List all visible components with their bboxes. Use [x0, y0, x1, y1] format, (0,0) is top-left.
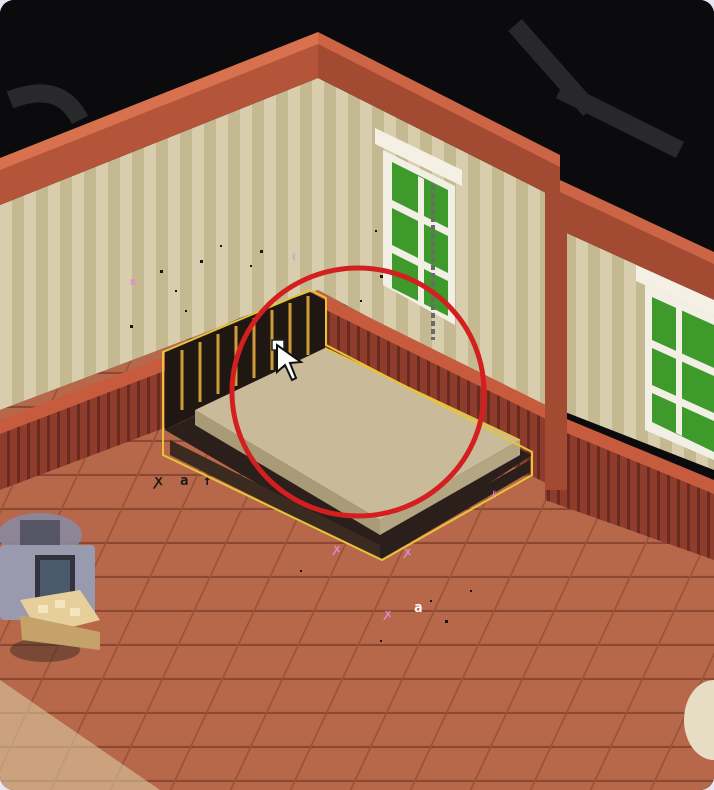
up-arrow-icon[interactable]: ↑ — [203, 473, 211, 489]
bed-controls[interactable]: ꭗ a ↑ — [152, 473, 211, 489]
room-scene[interactable]: ĸ ℓ ꭗ ꭗ ℓ ꭗ ꭗ a ↑ a — [0, 0, 714, 790]
bed-control-raise[interactable]: ↑ — [203, 473, 211, 489]
svg-text:ĸ: ĸ — [130, 275, 137, 288]
floor-glyph: a — [414, 600, 422, 616]
svg-text:ꭗ: ꭗ — [332, 542, 341, 555]
rotate-icon[interactable]: a — [180, 473, 188, 489]
wall-pillar — [545, 190, 567, 490]
bed-control-rotate[interactable]: a — [180, 473, 188, 489]
svg-text:ꭗ: ꭗ — [403, 545, 412, 558]
game-viewport[interactable]: ĸ ℓ ꭗ ꭗ ℓ ꭗ ꭗ a ↑ a — [0, 0, 714, 790]
svg-text:ꭗ: ꭗ — [383, 607, 392, 620]
